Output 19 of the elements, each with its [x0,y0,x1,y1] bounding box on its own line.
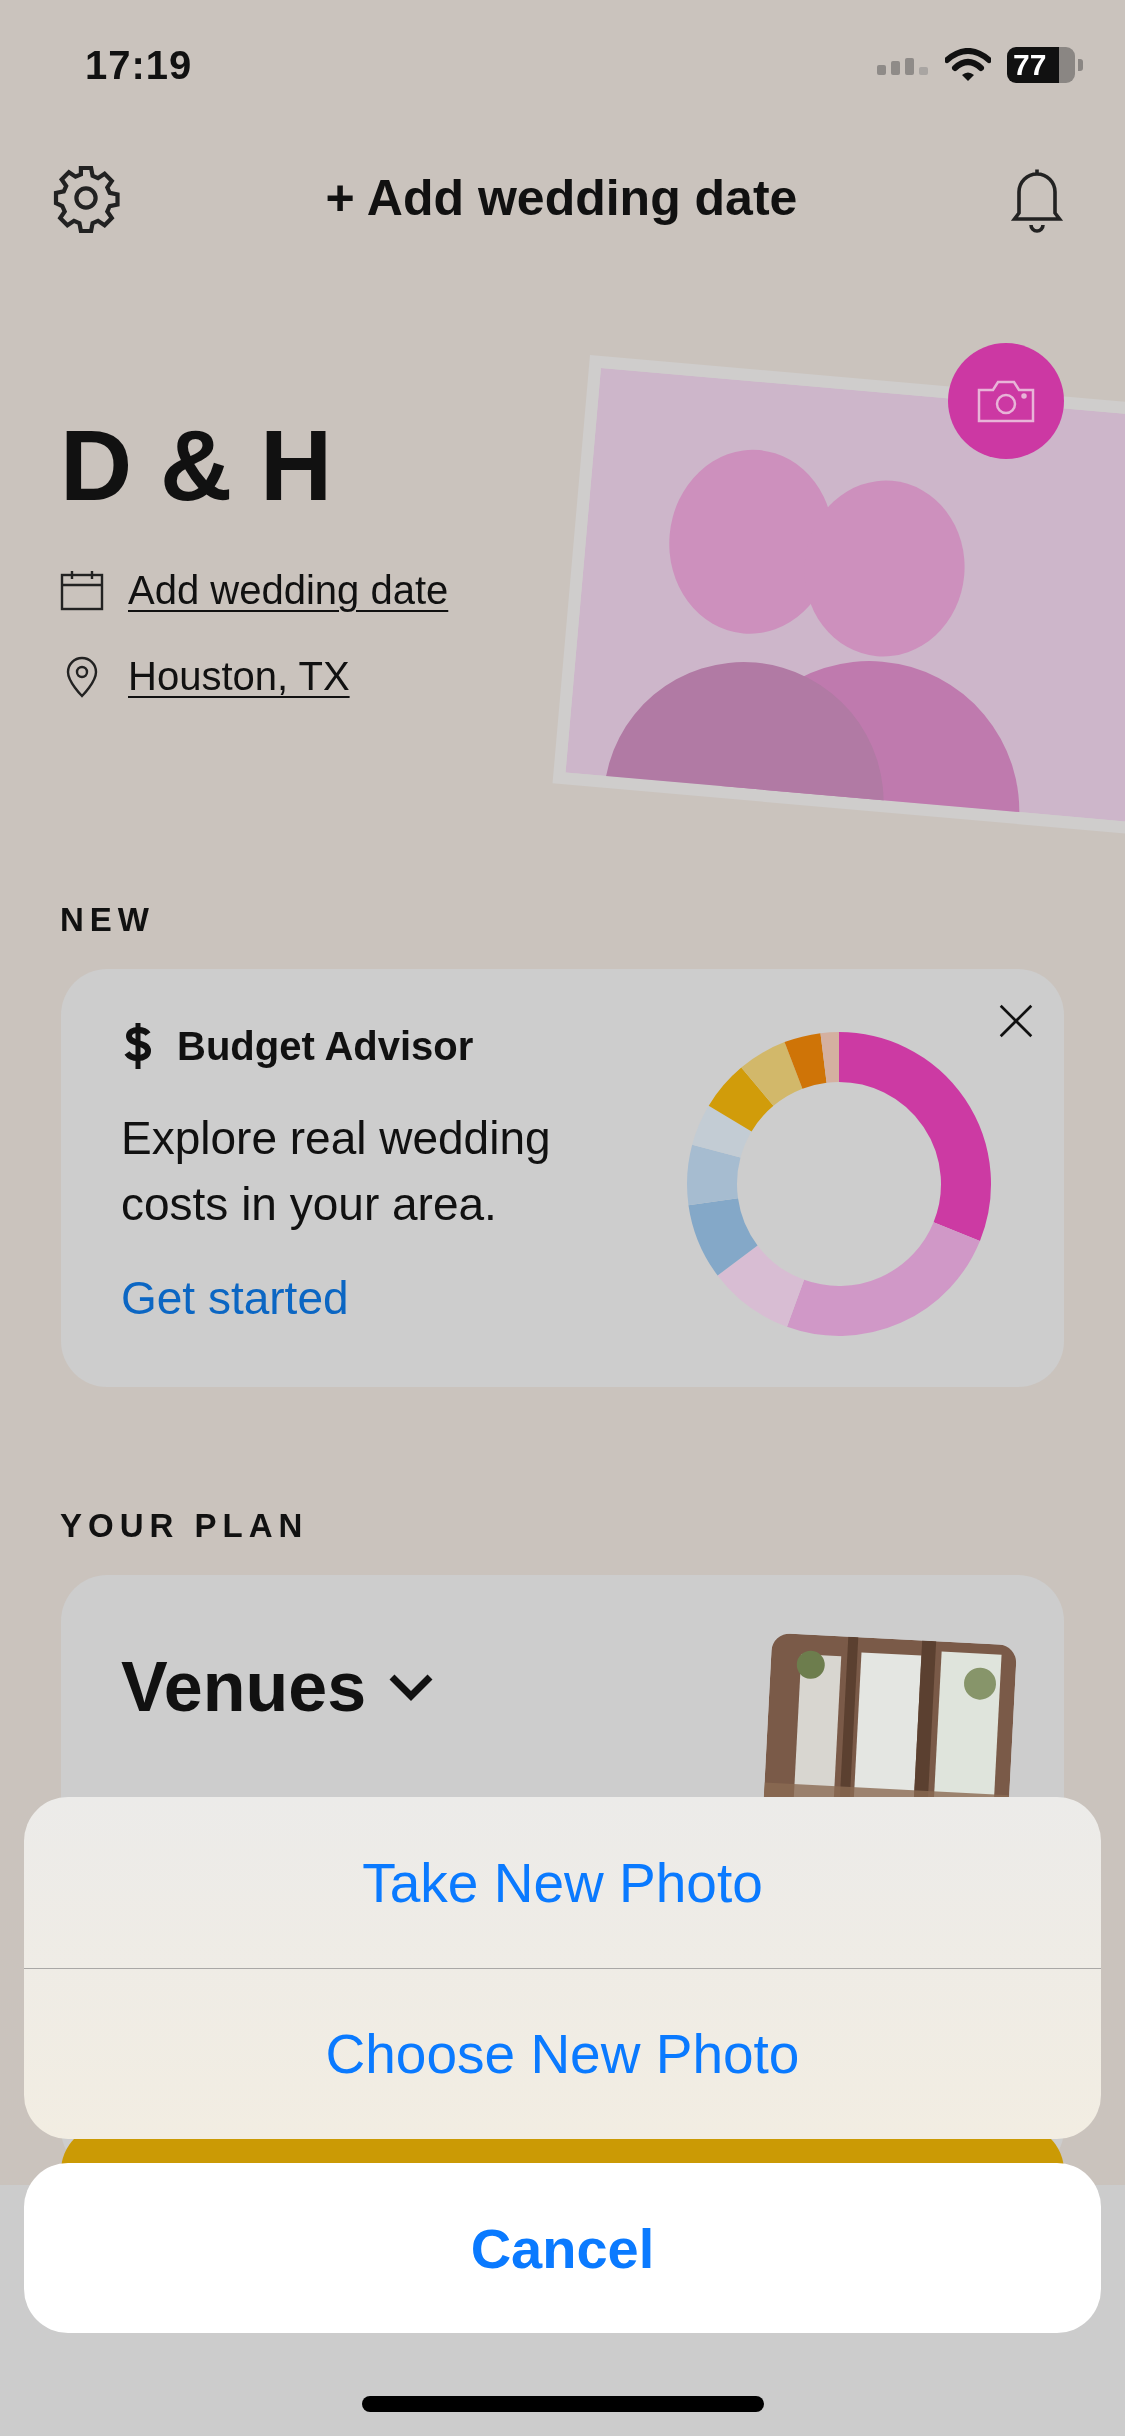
calendar-icon [60,569,104,611]
location-link[interactable]: Houston, TX [128,653,350,699]
cancel-button[interactable]: Cancel [24,2163,1101,2333]
chevron-down-icon [388,1672,435,1702]
card-title: Budget Advisor [177,1023,474,1069]
budget-advisor-card[interactable]: Budget Advisor Explore real wedding costs in your area. Get started [61,969,1064,1387]
close-icon [998,1003,1034,1039]
wifi-icon [945,48,991,82]
couple-names: D & H [60,415,334,515]
card-title: Venues [121,1647,367,1727]
camera-icon [976,378,1036,424]
add-date-header-link[interactable]: + Add wedding date [325,168,798,227]
card-description: Explore real wedding costs in your area. [121,1111,552,1232]
section-heading: NEW [59,900,156,940]
signal-icon [877,55,929,75]
status-time: 17:19 [85,42,193,88]
add-wedding-date-link[interactable]: Add wedding date [128,567,449,613]
get-started-link[interactable]: Get started [121,1271,661,1325]
section-heading: YOUR PLAN [59,1506,310,1546]
